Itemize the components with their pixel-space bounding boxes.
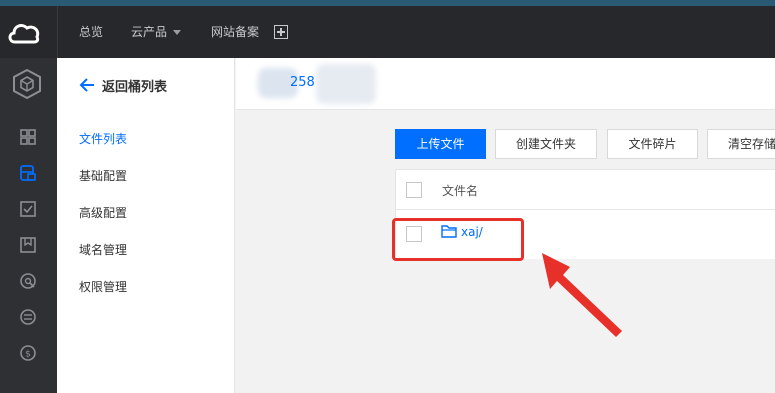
file-fragments-button[interactable]: 文件碎片 [607, 129, 698, 159]
upload-file-button[interactable]: 上传文件 [395, 129, 486, 159]
topbar-divider [57, 6, 58, 58]
nav-overview[interactable]: 总览 [79, 6, 103, 58]
bucket-breadcrumb-bar: 258 [236, 58, 775, 110]
clear-storage-button[interactable]: 清空存储 [707, 129, 775, 159]
subnav-item-permission-management[interactable]: 权限管理 [79, 278, 127, 295]
top-navbar: 总览 云产品 网站备案 [0, 6, 775, 58]
svg-text:$: $ [25, 350, 31, 360]
subnav-item-advanced-config[interactable]: 高级配置 [79, 204, 127, 221]
billing-icon[interactable]: $ [19, 344, 37, 362]
subnav-item-basic-config[interactable]: 基础配置 [79, 167, 127, 184]
nav-cloud-products[interactable]: 云产品 [131, 6, 182, 58]
left-icon-sidebar: $ [0, 58, 57, 393]
annotation-arrow-icon [542, 253, 622, 337]
subnav-item-domain-management[interactable]: 域名管理 [79, 241, 127, 258]
nav-cloud-products-label: 云产品 [131, 25, 168, 39]
sidebar-header [0, 58, 57, 110]
back-to-bucket-list-link[interactable]: 返回桶列表 [79, 75, 167, 95]
bucket-subnav: 返回桶列表 文件列表 基础配置 高级配置 域名管理 权限管理 [57, 58, 235, 393]
highlight-annotation-box [392, 218, 524, 261]
subnav-item-file-list[interactable]: 文件列表 [79, 130, 127, 147]
chevron-down-icon [173, 30, 182, 35]
back-label: 返回桶列表 [102, 79, 168, 95]
cdn-icon[interactable] [19, 308, 37, 326]
bookmark-icon[interactable] [19, 236, 37, 254]
nav-icp-filing[interactable]: 网站备案 [211, 6, 259, 58]
network-icon[interactable] [19, 272, 37, 290]
checkbox-icon[interactable] [19, 200, 37, 218]
table-header: 文件名 [396, 170, 775, 210]
arrow-left-icon [79, 78, 94, 92]
select-all-checkbox[interactable] [406, 182, 422, 198]
cube-product-icon[interactable] [11, 68, 43, 100]
grid-icon[interactable] [19, 128, 37, 146]
redacted-area [316, 64, 376, 104]
cloud-logo-icon[interactable] [6, 20, 42, 46]
bucket-name[interactable]: 258 [290, 75, 315, 90]
create-folder-button[interactable]: 创建文件夹 [495, 129, 597, 159]
add-shortcut-icon[interactable] [274, 25, 288, 39]
column-header-filename: 文件名 [442, 184, 479, 198]
storage-icon[interactable] [19, 164, 37, 182]
